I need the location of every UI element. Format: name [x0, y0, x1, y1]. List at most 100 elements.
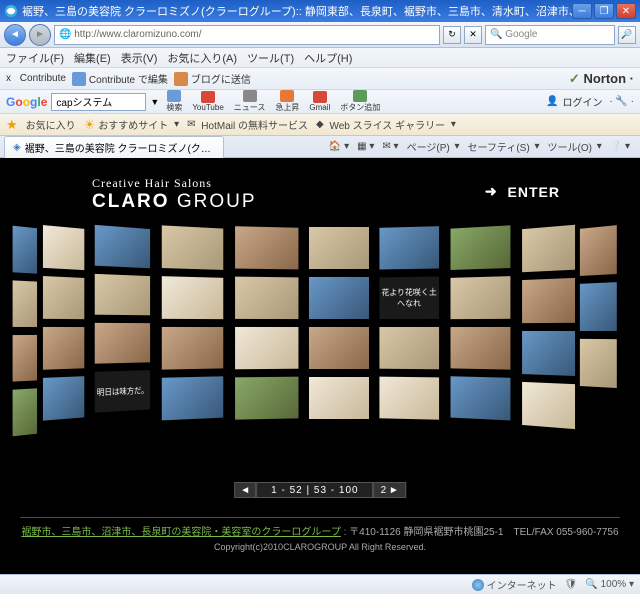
gallery-thumb[interactable]	[308, 376, 370, 420]
gallery-thumb[interactable]	[94, 322, 151, 365]
gallery-thumb[interactable]	[521, 381, 576, 430]
search-go-button[interactable]: 🔎	[618, 26, 636, 44]
address-bar[interactable]: 🌐 http://www.claromizuno.com/	[54, 25, 440, 45]
close-button[interactable]: ✕	[616, 3, 636, 19]
page-content: Creative Hair Salons CLARO GROUP ➜ ENTER…	[0, 158, 640, 574]
refresh-button[interactable]: ↻	[443, 26, 461, 44]
menu-view[interactable]: 表示(V)	[121, 50, 158, 66]
gallery-thumb[interactable]	[42, 326, 85, 371]
google-login[interactable]: 👤ログイン · 🔧 ·	[546, 94, 634, 109]
gallery-thumb[interactable]	[42, 375, 85, 422]
g-gmail-button[interactable]: Gmail	[306, 91, 333, 112]
gallery-thumb[interactable]	[450, 275, 512, 320]
google-search-input[interactable]	[51, 93, 146, 111]
webslice-link[interactable]: ◆ Web スライス ギャラリー ▾	[316, 117, 456, 132]
fav-label[interactable]: お気に入り	[26, 117, 76, 132]
gallery-thumb[interactable]	[12, 334, 38, 383]
suggest-sites[interactable]: ☀おすすめサイト ▾	[84, 117, 179, 133]
gallery-thumb[interactable]	[234, 276, 299, 320]
gallery-thumb[interactable]	[521, 277, 576, 324]
minimize-button[interactable]: ─	[572, 3, 592, 19]
g-youtube-button[interactable]: YouTube	[189, 91, 226, 112]
blog-icon	[174, 72, 188, 86]
gallery-pager: ◄ 1 - 52 | 53 - 100 2 ►	[234, 482, 406, 498]
gallery-thumb[interactable]: 明日は味方だ。	[94, 369, 151, 414]
gallery-thumb[interactable]	[378, 225, 440, 270]
google-logo: Google	[6, 95, 47, 109]
pager-next[interactable]: 2 ►	[374, 482, 406, 498]
gallery-thumb[interactable]	[161, 275, 224, 320]
gallery-thumb[interactable]: 花より花咲く土へなれ	[378, 276, 440, 321]
status-bar: インターネット 🛡 🔍 100% ▾	[0, 574, 640, 594]
menu-tools[interactable]: ツール(T)	[247, 50, 294, 66]
gallery-thumb[interactable]	[308, 226, 370, 270]
gallery-thumb[interactable]	[94, 273, 151, 317]
menu-bar: ファイル(F) 編集(E) 表示(V) お気に入り(A) ツール(T) ヘルプ(…	[0, 48, 640, 68]
forward-button[interactable]: ►	[29, 24, 51, 46]
g-addbutton[interactable]: ボタン追加	[337, 90, 383, 113]
gallery-thumb[interactable]	[161, 326, 224, 371]
gallery-thumb[interactable]	[579, 338, 618, 389]
contribute-edit[interactable]: Contribute で編集	[72, 71, 168, 86]
gallery-thumb[interactable]	[450, 224, 512, 271]
g-trending-button[interactable]: 急上昇	[272, 90, 302, 113]
x-link[interactable]: x Contribute	[6, 73, 66, 84]
gallery-thumb[interactable]	[521, 330, 576, 377]
gallery-thumb[interactable]	[94, 224, 151, 270]
menu-help[interactable]: ヘルプ(H)	[304, 50, 352, 66]
gallery-thumb[interactable]	[308, 326, 370, 370]
gallery-thumb[interactable]	[521, 224, 576, 274]
enter-button[interactable]: ➜ ENTER	[485, 183, 560, 200]
gallery-thumb[interactable]	[579, 281, 618, 332]
mail-button[interactable]: ✉ ▾	[382, 139, 398, 154]
g-news-button[interactable]: ニュース	[231, 90, 269, 113]
gallery-thumb[interactable]	[42, 275, 85, 320]
gallery-thumb[interactable]	[12, 225, 38, 275]
gallery-thumb[interactable]	[234, 376, 299, 421]
gallery-thumb[interactable]	[12, 387, 38, 437]
ie-icon	[4, 4, 18, 18]
browser-search[interactable]: 🔍 Google	[485, 25, 615, 45]
contribute-toolbar: x Contribute Contribute で編集 ブログに送信 ✓ Nor…	[0, 68, 640, 90]
footer-link[interactable]: 裾野市、三島市、沼津市、長泉町の美容院・美容室のクラーログループ	[21, 527, 340, 538]
home-button[interactable]: 🏠 ▾	[329, 139, 349, 154]
pager-prev[interactable]: ◄	[234, 482, 256, 498]
gallery-thumb[interactable]	[161, 224, 224, 271]
page-menu[interactable]: ページ(P) ▾	[407, 139, 460, 154]
g-search-button[interactable]: 検索	[163, 90, 185, 113]
gallery-thumb[interactable]	[234, 326, 299, 370]
gallery-thumb[interactable]	[450, 375, 512, 421]
zoom-level[interactable]: 🔍 100% ▾	[585, 579, 634, 590]
feeds-button[interactable]: ▦ ▾	[357, 139, 374, 154]
gallery-thumb[interactable]	[161, 375, 224, 421]
hotmail-link[interactable]: ✉ HotMail の無料サービス	[187, 117, 308, 132]
fav-star-icon[interactable]: ★	[6, 117, 18, 133]
window-title: 裾野、三島の美容院 クラーロミズノ(クラーログループ):: 静岡東部、長泉町、裾…	[22, 3, 572, 19]
gallery-thumb[interactable]	[308, 276, 370, 320]
stop-button[interactable]: ✕	[464, 26, 482, 44]
site-logo: Creative Hair Salons CLARO GROUP	[92, 176, 257, 213]
gallery-thumb[interactable]	[12, 279, 38, 328]
security-zone[interactable]: インターネット	[472, 577, 557, 592]
back-button[interactable]: ◄	[4, 24, 26, 46]
maximize-button[interactable]: ❐	[594, 3, 614, 19]
gallery-thumb[interactable]	[579, 224, 618, 277]
help-icon[interactable]: ❔ ▾	[610, 139, 630, 154]
menu-file[interactable]: ファイル(F)	[6, 50, 64, 66]
gallery-thumb[interactable]	[42, 224, 85, 271]
favorites-bar: ★ お気に入り ☀おすすめサイト ▾ ✉ HotMail の無料サービス ◆ W…	[0, 114, 640, 136]
blog-send[interactable]: ブログに送信	[174, 71, 251, 86]
tools-menu[interactable]: ツール(O) ▾	[547, 139, 601, 154]
gallery-thumb[interactable]	[450, 326, 512, 371]
gallery-thumb[interactable]	[378, 326, 440, 370]
active-tab[interactable]: ◈ 裾野、三島の美容院 クラーロミズノ(クラーログループ)::...	[4, 136, 224, 158]
tab-title: 裾野、三島の美容院 クラーロミズノ(クラーログループ)::...	[25, 140, 215, 155]
safety-menu[interactable]: セーフティ(S) ▾	[468, 139, 540, 154]
gallery-thumb[interactable]	[378, 376, 440, 421]
norton-label[interactable]: ✓ Norton ·	[569, 71, 634, 87]
pager-range: 1 - 52 | 53 - 100	[256, 482, 373, 498]
menu-edit[interactable]: 編集(E)	[74, 50, 111, 66]
gallery-thumb[interactable]	[234, 225, 299, 270]
footer-divider	[20, 517, 620, 518]
menu-favorites[interactable]: お気に入り(A)	[167, 50, 237, 66]
